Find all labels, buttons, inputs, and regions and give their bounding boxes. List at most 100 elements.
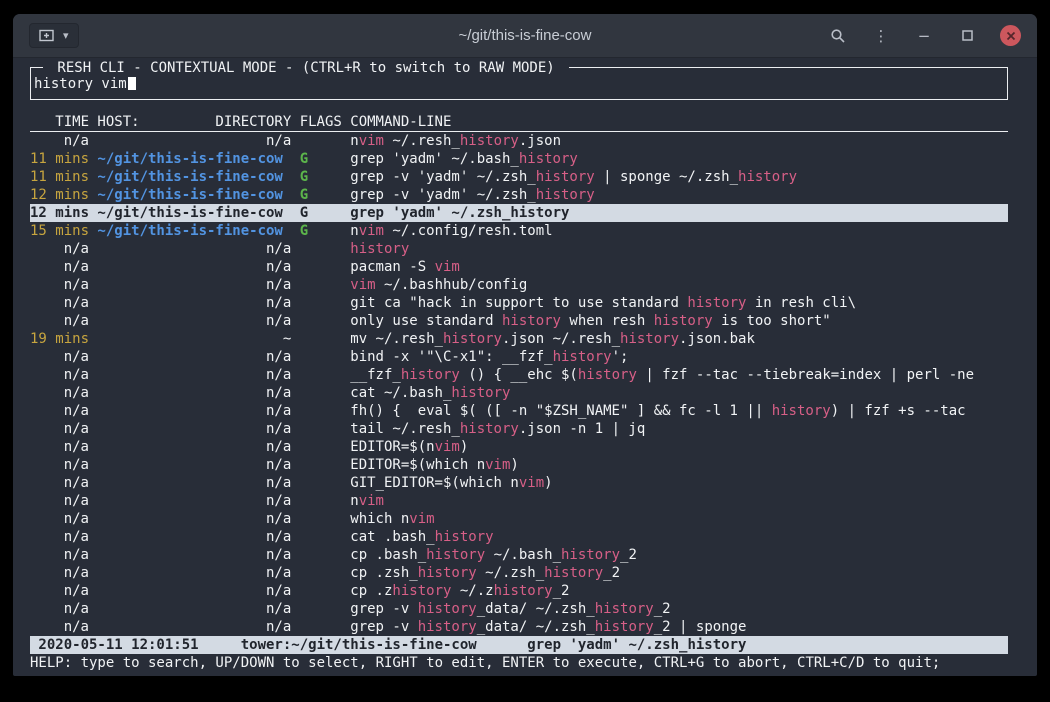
- titlebar[interactable]: ▾ ~/git/this-is-fine-cow ⋮ −: [13, 14, 1037, 58]
- match-highlight: history: [561, 547, 620, 563]
- command-text: git ca "hack in support to use standard: [350, 295, 687, 311]
- history-row[interactable]: n/an/afh() { eval $( ([ -n "$ZSH_NAME" ]…: [30, 402, 1008, 420]
- row-time: n/a: [30, 492, 89, 510]
- row-time: n/a: [30, 276, 89, 294]
- command-text: cp .zsh_: [350, 565, 417, 581]
- row-time: n/a: [30, 618, 89, 636]
- row-flags: G: [300, 222, 342, 240]
- command-text: EDITOR=$(n: [350, 439, 434, 455]
- history-row[interactable]: n/an/aEDITOR=$(which nvim): [30, 456, 1008, 474]
- row-command: mv ~/.resh_history.json ~/.resh_history.…: [350, 331, 755, 347]
- match-highlight: vim: [519, 475, 544, 491]
- history-row[interactable]: n/an/acp .zsh_history ~/.zsh_history_2: [30, 564, 1008, 582]
- match-highlight: history: [738, 169, 797, 185]
- command-text: .json.bak: [679, 331, 755, 347]
- history-rows: n/an/anvim ~/.resh_history.json11 mins~/…: [30, 132, 1008, 636]
- history-row[interactable]: n/an/agit ca "hack in support to use sta…: [30, 294, 1008, 312]
- history-table-header: TIMEHOST:DIRECTORYFLAGSCOMMAND-LINE: [30, 113, 1008, 132]
- history-row[interactable]: n/an/acp .zhistory ~/.zhistory_2: [30, 582, 1008, 600]
- history-row[interactable]: 12 mins~/git/this-is-fine-cowGgrep -v 'y…: [30, 186, 1008, 204]
- row-command: cp .zsh_history ~/.zsh_history_2: [350, 565, 620, 581]
- search-button[interactable]: [828, 25, 848, 47]
- command-text: _2: [553, 583, 570, 599]
- command-text: tail ~/.resh_: [350, 421, 460, 437]
- history-row[interactable]: n/an/anvim: [30, 492, 1008, 510]
- command-text: n: [350, 493, 358, 509]
- row-flags: G: [300, 204, 342, 222]
- row-time: n/a: [30, 384, 89, 402]
- command-text: cp .z: [350, 583, 392, 599]
- match-highlight: vim: [435, 439, 460, 455]
- row-command: EDITOR=$(which nvim): [350, 457, 519, 473]
- close-button[interactable]: [1000, 25, 1021, 46]
- maximize-button[interactable]: [957, 25, 977, 47]
- command-text: _2: [654, 601, 671, 617]
- history-row[interactable]: n/an/ahistory: [30, 240, 1008, 258]
- history-row[interactable]: 19 mins~mv ~/.resh_history.json ~/.resh_…: [30, 330, 1008, 348]
- row-directory: n/a: [97, 276, 291, 294]
- row-time: n/a: [30, 402, 89, 420]
- command-text: which n: [350, 511, 409, 527]
- history-row[interactable]: n/an/aonly use standard history when res…: [30, 312, 1008, 330]
- row-directory: n/a: [97, 294, 291, 312]
- row-command: pacman -S vim: [350, 259, 460, 275]
- history-row[interactable]: n/an/a__fzf_history () { __ehc $(history…: [30, 366, 1008, 384]
- terminal-content: RESH CLI - CONTEXTUAL MODE - (CTRL+R to …: [13, 58, 1037, 672]
- command-text: ): [460, 439, 468, 455]
- titlebar-left: ▾: [29, 23, 79, 48]
- row-time: n/a: [30, 420, 89, 438]
- match-highlight: vim: [435, 259, 460, 275]
- status-date: 2020-05-11 12:01:51: [38, 637, 198, 653]
- new-tab-icon: [39, 28, 54, 43]
- header-directory: DIRECTORY: [215, 113, 291, 131]
- match-highlight: history: [435, 529, 494, 545]
- status-host-directory: tower:~/git/this-is-fine-cow: [241, 637, 477, 653]
- command-text: grep 'yadm' ~/.zsh_: [350, 205, 510, 221]
- history-row[interactable]: n/an/acat .bash_history: [30, 528, 1008, 546]
- history-row[interactable]: 11 mins~/git/this-is-fine-cowGgrep -v 'y…: [30, 168, 1008, 186]
- status-bar: 2020-05-11 12:01:51 tower:~/git/this-is-f…: [30, 636, 1008, 654]
- command-text: ) | fzf +s --tac: [831, 403, 966, 419]
- row-time: 12 mins: [30, 204, 89, 222]
- command-text: mv ~/.resh_: [350, 331, 443, 347]
- chevron-down-icon: ▾: [63, 30, 69, 41]
- history-row[interactable]: n/an/apacman -S vim: [30, 258, 1008, 276]
- row-directory: n/a: [97, 240, 291, 258]
- history-row[interactable]: n/an/acat ~/.bash_history: [30, 384, 1008, 402]
- command-text: () { __ehc $(: [460, 367, 578, 383]
- match-highlight: vim: [359, 223, 384, 239]
- command-text: EDITOR=$(which n: [350, 457, 485, 473]
- history-row[interactable]: n/an/aEDITOR=$(nvim): [30, 438, 1008, 456]
- new-tab-button[interactable]: ▾: [29, 23, 79, 48]
- command-text: _data/ ~/.zsh_: [477, 601, 595, 617]
- row-command: grep -v 'yadm' ~/.zsh_history | sponge ~…: [350, 169, 797, 185]
- history-row[interactable]: n/an/acp .bash_history ~/.bash_history_2: [30, 546, 1008, 564]
- command-text: is too short": [713, 313, 831, 329]
- history-row[interactable]: n/an/awhich nvim: [30, 510, 1008, 528]
- row-command: git ca "hack in support to use standard …: [350, 295, 856, 311]
- row-time: n/a: [30, 510, 89, 528]
- history-row[interactable]: n/an/abind -x '"\C-x1": __fzf_history';: [30, 348, 1008, 366]
- match-highlight: history: [536, 169, 595, 185]
- history-row[interactable]: n/an/agrep -v history_data/ ~/.zsh_histo…: [30, 600, 1008, 618]
- history-row[interactable]: 12 mins~/git/this-is-fine-cowGgrep 'yadm…: [30, 204, 1008, 222]
- history-row[interactable]: n/an/agrep -v history_data/ ~/.zsh_histo…: [30, 618, 1008, 636]
- history-row[interactable]: n/an/atail ~/.resh_history.json -n 1 | j…: [30, 420, 1008, 438]
- command-text: | sponge ~/.zsh_: [595, 169, 738, 185]
- row-directory: n/a: [97, 510, 291, 528]
- resh-search-box: RESH CLI - CONTEXTUAL MODE - (CTRL+R to …: [30, 67, 1008, 100]
- command-text: GIT_EDITOR=$(which n: [350, 475, 519, 491]
- text-cursor: [128, 75, 136, 90]
- history-row[interactable]: 15 mins~/git/this-is-fine-cowGnvim ~/.co…: [30, 222, 1008, 240]
- match-highlight: history: [536, 187, 595, 203]
- menu-button[interactable]: ⋮: [871, 25, 891, 47]
- history-row[interactable]: n/an/anvim ~/.resh_history.json: [30, 132, 1008, 150]
- history-row[interactable]: n/an/avim ~/.bashhub/config: [30, 276, 1008, 294]
- history-row[interactable]: 11 mins~/git/this-is-fine-cowGgrep 'yadm…: [30, 150, 1008, 168]
- row-command: fh() { eval $( ([ -n "$ZSH_NAME" ] && fc…: [350, 403, 965, 419]
- minimize-button[interactable]: −: [914, 25, 934, 47]
- match-highlight: history: [451, 385, 510, 401]
- command-text: n: [350, 223, 358, 239]
- header-host-directory: HOST:DIRECTORY: [97, 113, 291, 131]
- history-row[interactable]: n/an/aGIT_EDITOR=$(which nvim): [30, 474, 1008, 492]
